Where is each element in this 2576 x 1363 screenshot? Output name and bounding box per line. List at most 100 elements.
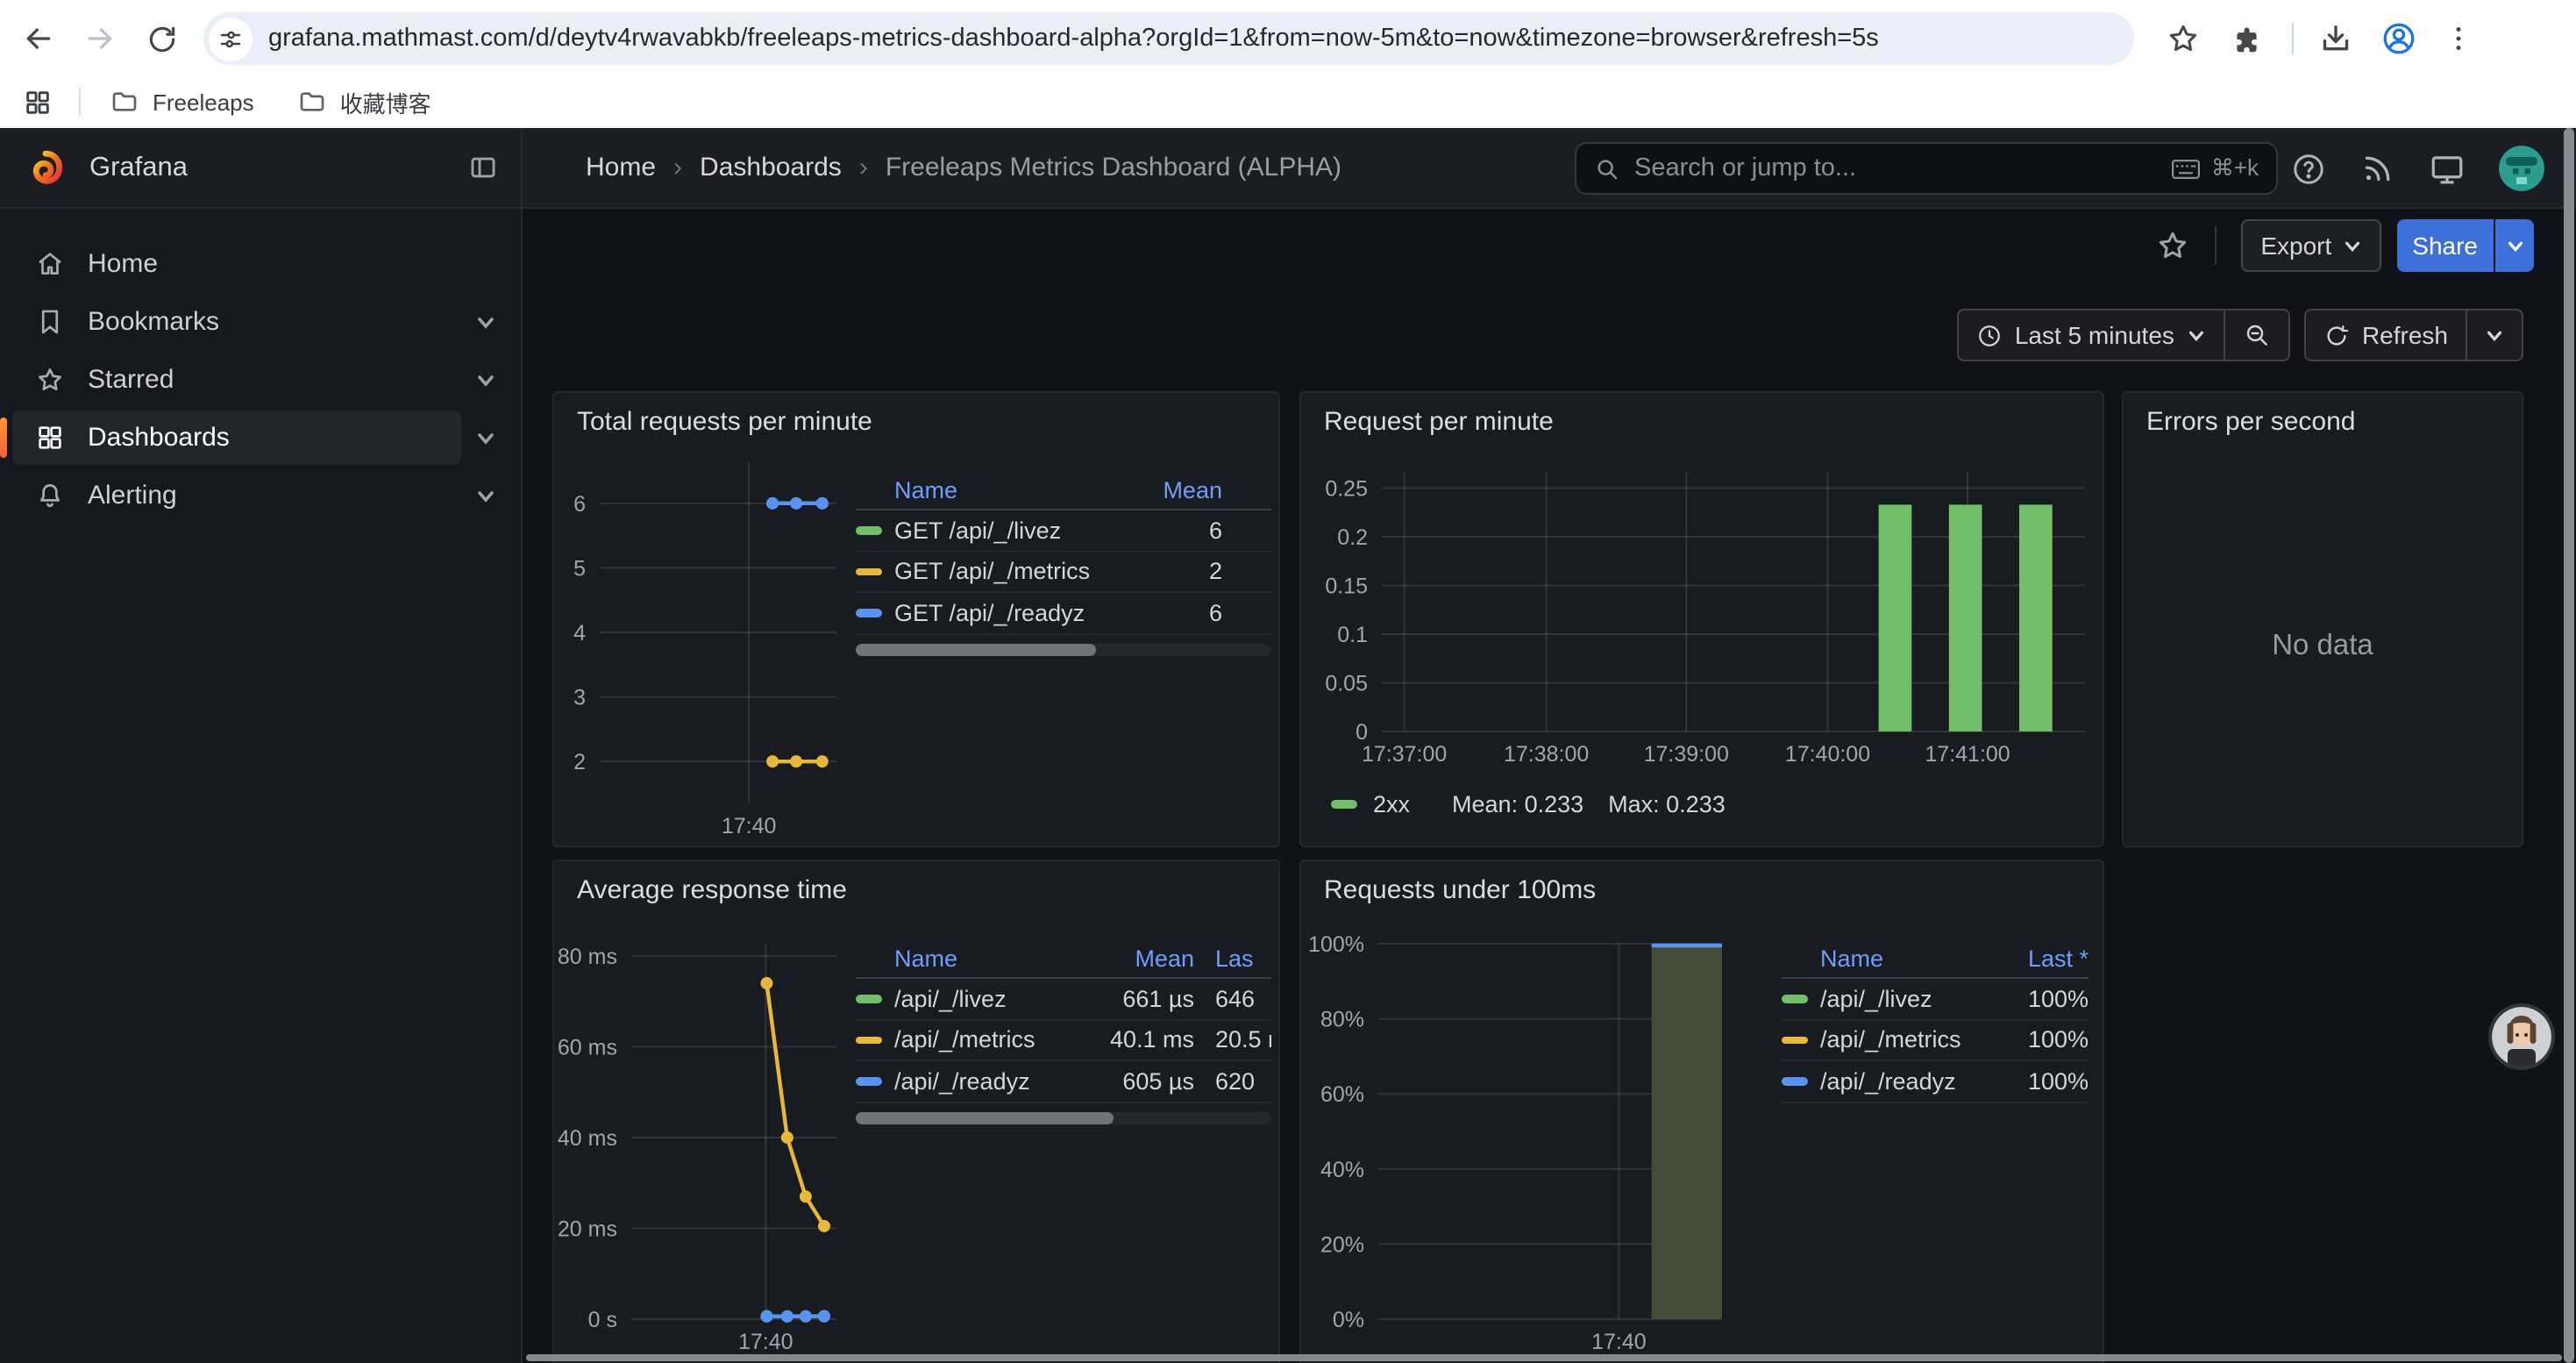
download-icon[interactable] <box>2316 19 2355 58</box>
legend-cell: 6 <box>1135 517 1222 544</box>
refresh-button[interactable]: Refresh <box>2306 310 2466 360</box>
address-bar[interactable]: grafana.mathmast.com/d/deytv4rwavabkb/fr… <box>203 12 2134 65</box>
share-menu-button[interactable] <box>2495 219 2534 272</box>
chevron-down-icon[interactable] <box>461 427 510 448</box>
screen: grafana.mathmast.com/d/deytv4rwavabkb/fr… <box>0 0 2576 1363</box>
share-button-label[interactable]: Share <box>2396 219 2494 272</box>
series-max: Max: 0.233 <box>1608 791 1726 817</box>
time-range-picker[interactable]: Last 5 minutes <box>1959 310 2224 360</box>
bookmark-folder-freeleaps[interactable]: Freeleaps <box>110 88 254 116</box>
search-shortcut: ⌘+k <box>2171 154 2259 182</box>
chevron-down-icon[interactable] <box>461 485 510 506</box>
legend-cell: 40.1 ms <box>1092 1027 1194 1053</box>
legend-row[interactable]: GET /api/_/readyz6 <box>856 593 1271 634</box>
extensions-icon[interactable] <box>2229 19 2267 58</box>
refresh-interval-button[interactable] <box>2466 310 2522 360</box>
legend-row[interactable]: GET /api/_/livez6 <box>856 510 1271 552</box>
vertical-scrollbar[interactable] <box>2564 128 2574 1363</box>
panel-total-requests-per-minute[interactable]: 17:4065432 Total requests per minute Nam… <box>552 391 1280 847</box>
svg-text:17:41:00: 17:41:00 <box>1925 742 2010 767</box>
forward-icon[interactable] <box>81 19 119 58</box>
browser-menu-icon[interactable] <box>2439 19 2478 58</box>
legend-cell: 646 <box>1194 986 1271 1012</box>
active-indicator <box>0 417 7 458</box>
svg-text:5: 5 <box>573 556 586 581</box>
breadcrumb-current: Freeleaps Metrics Dashboard (ALPHA) <box>886 153 1341 182</box>
series-swatch <box>856 567 882 575</box>
series-swatch <box>856 995 882 1003</box>
legend-row[interactable]: /api/_/metrics100% <box>1782 1020 2089 1061</box>
sidebar-item-dashboards[interactable]: Dashboards <box>0 410 510 465</box>
chevron-down-icon <box>2187 325 2206 345</box>
svg-text:100%: 100% <box>1308 932 1364 957</box>
panel-request-per-minute[interactable]: 17:37:0017:38:0017:39:0017:40:0017:41:00… <box>1299 391 2104 847</box>
series-swatch <box>856 1077 882 1085</box>
legend-cell: Mean <box>1135 476 1222 503</box>
back-icon[interactable] <box>19 19 58 58</box>
legend-table: NameLast */api/_/livez100%/api/_/metrics… <box>1782 938 2089 1103</box>
dock-menu-icon[interactable] <box>468 153 498 182</box>
svg-text:6: 6 <box>573 492 586 517</box>
legend-cell: 6 <box>1135 600 1222 626</box>
panel-average-response-time[interactable]: 17:4080 ms60 ms40 ms20 ms0 s Average res… <box>552 860 1280 1363</box>
legend-cell: Mean <box>1092 945 1194 971</box>
bookmark-star-icon[interactable] <box>2164 19 2202 58</box>
panel-errors-per-second[interactable]: Errors per second No data <box>2122 391 2523 847</box>
breadcrumb-dashboards[interactable]: Dashboards <box>700 153 842 182</box>
panel-requests-under-100ms[interactable]: 17:40100%80%60%40%20%0% Requests under 1… <box>1299 860 2104 1363</box>
svg-text:0.2: 0.2 <box>1337 525 1368 550</box>
legend-row[interactable]: GET /api/_/metrics2 <box>856 552 1271 593</box>
breadcrumb-separator: › <box>673 153 682 182</box>
search-input[interactable]: Search or jump to... ⌘+k <box>1575 142 2278 195</box>
side-panel-apps-icon[interactable] <box>23 87 53 117</box>
profile-icon[interactable] <box>2380 19 2418 58</box>
export-button[interactable]: Export <box>2241 219 2380 272</box>
no-data-message: No data <box>2124 630 2522 663</box>
svg-text:0: 0 <box>1356 720 1368 745</box>
site-settings-icon[interactable] <box>209 17 253 61</box>
zoom-out-button[interactable] <box>2224 310 2288 360</box>
sidebar-item-bookmarks[interactable]: Bookmarks <box>0 295 510 349</box>
legend-row[interactable]: /api/_/metrics40.1 ms20.5 r <box>856 1020 1271 1061</box>
legend-cell: Name <box>894 945 1092 971</box>
sidebar-item-starred[interactable]: Starred <box>0 353 510 407</box>
help-icon[interactable] <box>2290 150 2327 187</box>
bookmark-folder-blogs[interactable]: 收藏博客 <box>298 85 431 118</box>
url-text[interactable]: grafana.mathmast.com/d/deytv4rwavabkb/fr… <box>268 25 1879 53</box>
chevron-down-icon[interactable] <box>461 369 510 390</box>
sidebar-item-home[interactable]: Home <box>0 237 510 291</box>
series-swatch <box>1331 801 1357 809</box>
legend-cell: 661 µs <box>1092 986 1194 1012</box>
series-name[interactable]: 2xx <box>1373 791 1410 817</box>
legend-scrollbar[interactable] <box>856 1111 1271 1124</box>
monitor-icon[interactable] <box>2429 150 2466 187</box>
sidebar-item-alerting[interactable]: Alerting <box>0 468 510 523</box>
svg-text:4: 4 <box>573 621 586 646</box>
horizontal-scrollbar[interactable] <box>526 1354 2562 1361</box>
share-button[interactable]: Share <box>2396 219 2534 272</box>
request-per-minute-chart[interactable]: 17:37:0017:38:0017:39:0017:40:0017:41:00… <box>1301 393 2103 846</box>
panel-title: Request per minute <box>1324 407 1554 437</box>
legend-inline[interactable]: 2xx Mean: 0.233 Max: 0.233 <box>1331 791 1750 817</box>
breadcrumb-home[interactable]: Home <box>586 153 656 182</box>
legend-row[interactable]: /api/_/readyz605 µs620 <box>856 1061 1271 1103</box>
reload-icon[interactable] <box>142 19 181 58</box>
toolbar-separator <box>2292 23 2294 54</box>
chevron-down-icon[interactable] <box>461 311 510 332</box>
legend-row[interactable]: /api/_/livez100% <box>1782 979 2089 1020</box>
legend-row[interactable]: /api/_/readyz100% <box>1782 1061 2089 1103</box>
series-swatch <box>1782 1077 1808 1085</box>
requests-under-100ms-chart[interactable]: 17:40100%80%60%40%20%0% <box>1301 861 2103 1363</box>
svg-text:17:40: 17:40 <box>1591 1330 1647 1354</box>
user-avatar[interactable] <box>2499 146 2544 191</box>
series-swatch <box>1782 1036 1808 1044</box>
svg-text:17:39:00: 17:39:00 <box>1644 742 1729 767</box>
browser-toolbar: grafana.mathmast.com/d/deytv4rwavabkb/fr… <box>0 0 2576 77</box>
assistant-avatar[interactable] <box>2492 1007 2551 1067</box>
breadcrumb-separator: › <box>859 153 868 182</box>
legend-row[interactable]: /api/_/livez661 µs646 <box>856 979 1271 1020</box>
grafana-logo[interactable] <box>26 148 65 187</box>
favorite-star-icon[interactable] <box>2155 228 2190 263</box>
legend-scrollbar[interactable] <box>856 643 1271 655</box>
news-rss-icon[interactable] <box>2360 151 2395 186</box>
